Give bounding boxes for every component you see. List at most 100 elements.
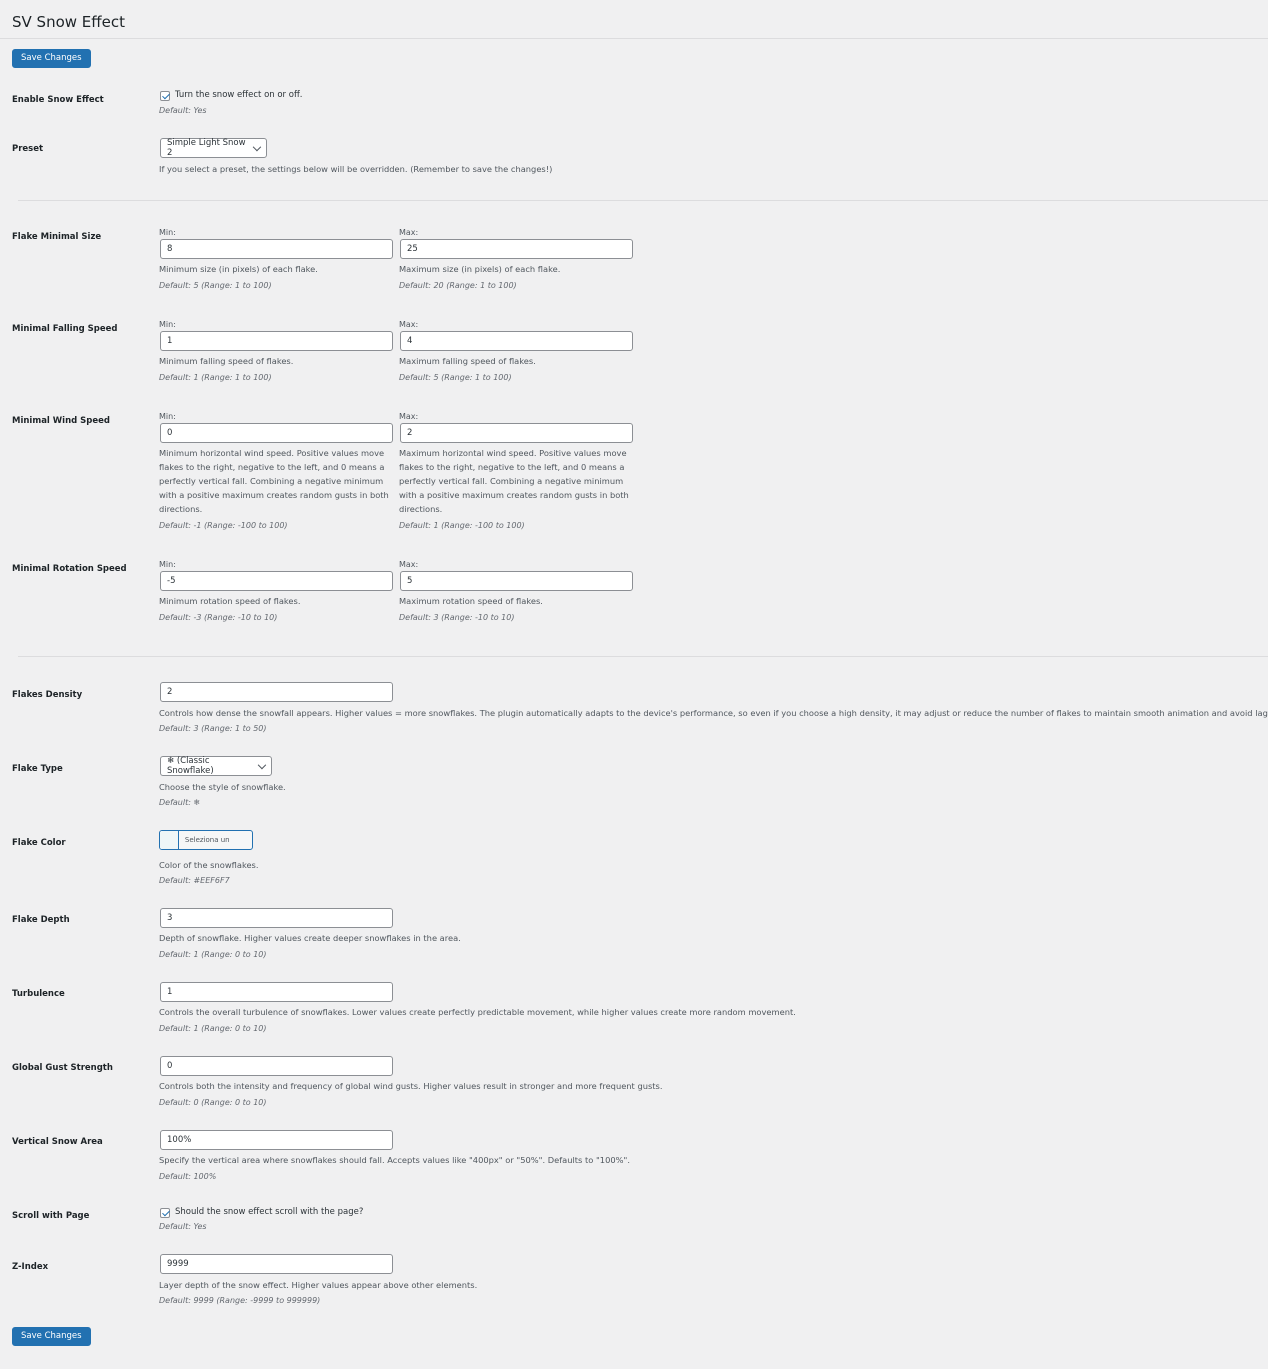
density-label: Flakes Density <box>12 690 83 700</box>
vertical-area-desc: Specify the vertical area where snowflak… <box>159 1155 630 1165</box>
turbulence-label: Turbulence <box>12 989 65 999</box>
wind-speed-max-desc-line: perfectly vertical fall. Combining a neg… <box>399 476 624 486</box>
vertical-area-default: Default: 100% <box>159 1172 217 1181</box>
wind-speed-max-desc-line: Maximum horizontal wind speed. Positive … <box>399 448 627 458</box>
falling-speed-label: Minimal Falling Speed <box>12 324 118 334</box>
wind-speed-max-desc: Maximum horizontal wind speed. Positive … <box>399 446 634 516</box>
gust-default: Default: 0 (Range: 0 to 10) <box>159 1098 267 1107</box>
flake-type-select-value: ❄ (Classic Snowflake) <box>167 756 214 776</box>
flake-type-select[interactable]: ❄ (Classic Snowflake) <box>160 756 272 776</box>
wind-speed-max-desc-line: with a positive maximum creates random g… <box>399 490 629 500</box>
flake-type-default: Default: ❄ <box>159 798 201 807</box>
scroll-checkbox-text: Should the snow effect scroll with the p… <box>175 1207 364 1217</box>
zindex-default: Default: 9999 (Range: -9999 to 999999) <box>159 1296 321 1305</box>
wind-speed-label: Minimal Wind Speed <box>12 416 111 426</box>
flake-size-min-default: Default: 5 (Range: 1 to 100) <box>159 281 272 290</box>
scroll-label: Scroll with Page <box>12 1211 90 1221</box>
density-input[interactable] <box>160 682 393 702</box>
flake-size-max-desc: Maximum size (in pixels) of each flake. <box>399 264 561 274</box>
color-swatch <box>160 831 179 849</box>
wind-speed-min-desc: Minimum horizontal wind speed. Positive … <box>159 446 394 516</box>
wind-speed-min-desc-line: flakes to the right, negative to the lef… <box>159 462 385 472</box>
flake-size-min-input[interactable] <box>160 239 393 259</box>
color-picker-text: Seleziona un colore <box>184 836 230 844</box>
flake-size-label: Flake Minimal Size <box>12 232 102 242</box>
zindex-input[interactable] <box>160 1254 393 1274</box>
wind-speed-max-desc-line: directions. <box>399 504 443 514</box>
turbulence-desc: Controls the overall turbulence of snowf… <box>159 1007 796 1017</box>
section-divider-2 <box>18 656 1268 657</box>
wind-speed-min-label: Min: <box>159 412 176 421</box>
rotation-speed-min-desc: Minimum rotation speed of flakes. <box>159 596 301 606</box>
wind-speed-min-desc-line: Minimum horizontal wind speed. Positive … <box>159 448 385 458</box>
flake-type-label: Flake Type <box>12 764 63 774</box>
zindex-desc: Layer depth of the snow effect. Higher v… <box>159 1280 478 1290</box>
falling-speed-min-label: Min: <box>159 320 176 329</box>
vertical-area-label: Vertical Snow Area <box>12 1137 103 1147</box>
gust-desc: Controls both the intensity and frequenc… <box>159 1081 663 1091</box>
wind-speed-min-desc-line: perfectly vertical fall. Combining a neg… <box>159 476 384 486</box>
scroll-default: Default: Yes <box>159 1222 207 1231</box>
header-divider <box>0 38 1268 39</box>
gust-label: Global Gust Strength <box>12 1063 113 1073</box>
flake-size-max-input[interactable] <box>400 239 633 259</box>
gust-input[interactable] <box>160 1056 393 1076</box>
flake-size-max-default: Default: 20 (Range: 1 to 100) <box>399 281 517 290</box>
page-title: SV Snow Effect <box>12 13 125 31</box>
enable-checkbox[interactable] <box>160 91 170 101</box>
rotation-speed-label: Minimal Rotation Speed <box>12 564 127 574</box>
falling-speed-min-default: Default: 1 (Range: 1 to 100) <box>159 373 272 382</box>
falling-speed-min-desc: Minimum falling speed of flakes. <box>159 356 294 366</box>
wind-speed-min-input[interactable] <box>160 423 393 443</box>
zindex-label: Z-Index <box>12 1262 49 1272</box>
flake-size-min-label: Min: <box>159 228 176 237</box>
falling-speed-max-desc: Maximum falling speed of flakes. <box>399 356 536 366</box>
enable-default: Default: Yes <box>159 106 207 115</box>
wind-speed-max-default: Default: 1 (Range: -100 to 100) <box>399 521 525 530</box>
flake-size-max-label: Max: <box>399 228 419 237</box>
preset-select-value: Simple Light Snow 2 <box>167 138 246 158</box>
flake-color-default: Default: #EEF6F7 <box>159 876 230 885</box>
falling-speed-max-label: Max: <box>399 320 419 329</box>
depth-desc: Depth of snowflake. Higher values create… <box>159 933 461 943</box>
rotation-speed-min-label: Min: <box>159 560 176 569</box>
flake-size-min-desc: Minimum size (in pixels) of each flake. <box>159 264 318 274</box>
enable-checkbox-text: Turn the snow effect on or off. <box>175 90 303 100</box>
rotation-speed-max-default: Default: 3 (Range: -10 to 10) <box>399 613 515 622</box>
depth-input[interactable] <box>160 908 393 928</box>
flake-color-label: Flake Color <box>12 838 66 848</box>
rotation-speed-max-desc: Maximum rotation speed of flakes. <box>399 596 543 606</box>
chevron-down-icon <box>258 760 267 769</box>
flake-type-desc: Choose the style of snowflake. <box>159 782 286 792</box>
wind-speed-max-desc-line: flakes to the right, negative to the lef… <box>399 462 625 472</box>
wind-speed-max-label: Max: <box>399 412 419 421</box>
rotation-speed-min-input[interactable] <box>160 571 393 591</box>
falling-speed-max-default: Default: 5 (Range: 1 to 100) <box>399 373 512 382</box>
chevron-down-icon <box>253 142 262 151</box>
enable-label: Enable Snow Effect <box>12 95 104 105</box>
scroll-checkbox[interactable] <box>160 1208 170 1218</box>
wind-speed-min-default: Default: -1 (Range: -100 to 100) <box>159 521 288 530</box>
rotation-speed-max-input[interactable] <box>400 571 633 591</box>
save-button-top[interactable]: Save Changes <box>12 49 91 68</box>
wind-speed-max-input[interactable] <box>400 423 633 443</box>
section-divider-1 <box>18 200 1268 201</box>
density-default: Default: 3 (Range: 1 to 50) <box>159 724 267 733</box>
falling-speed-min-input[interactable] <box>160 331 393 351</box>
turbulence-default: Default: 1 (Range: 0 to 10) <box>159 1024 267 1033</box>
save-button-bottom[interactable]: Save Changes <box>12 1327 91 1346</box>
wind-speed-min-desc-line: with a positive maximum creates random g… <box>159 490 389 500</box>
vertical-area-input[interactable] <box>160 1130 393 1150</box>
color-picker-button[interactable]: Seleziona un colore <box>159 830 253 850</box>
wind-speed-min-desc-line: directions. <box>159 504 203 514</box>
rotation-speed-max-label: Max: <box>399 560 419 569</box>
preset-label: Preset <box>12 144 44 154</box>
depth-label: Flake Depth <box>12 915 70 925</box>
preset-select[interactable]: Simple Light Snow 2 <box>160 138 267 158</box>
falling-speed-max-input[interactable] <box>400 331 633 351</box>
density-desc: Controls how dense the snowfall appears.… <box>159 708 1268 718</box>
turbulence-input[interactable] <box>160 982 393 1002</box>
depth-default: Default: 1 (Range: 0 to 10) <box>159 950 267 959</box>
preset-desc: If you select a preset, the settings bel… <box>159 164 553 174</box>
flake-color-desc: Color of the snowflakes. <box>159 860 259 870</box>
